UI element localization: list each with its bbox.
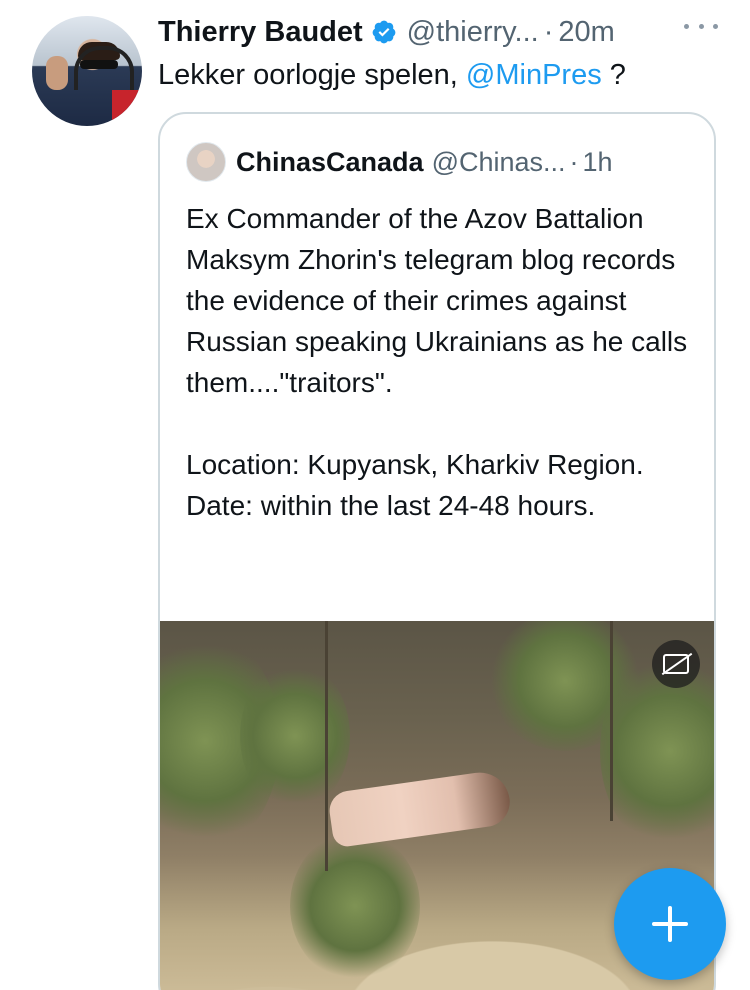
captions-box — [663, 654, 689, 674]
more-dot — [684, 23, 689, 29]
quoted-tweet-card[interactable]: ChinasCanada @Chinas... · 1h Ex Commande… — [158, 112, 716, 990]
more-dot — [698, 23, 704, 29]
closed-captions-icon[interactable] — [652, 640, 700, 688]
tweet-text: Lekker oorlogje spelen, @MinPres ? — [158, 56, 626, 94]
tweet-text-suffix: ? — [601, 59, 626, 91]
quoted-text-location: Location: Kupyansk, Kharkiv Region. — [186, 449, 644, 480]
quoted-author-name[interactable]: ChinasCanada — [236, 147, 424, 178]
author-handle[interactable]: @thierry... — [407, 16, 539, 49]
plus-icon — [652, 906, 688, 942]
quoted-tweet-time[interactable]: 1h — [583, 147, 613, 178]
avatar-glasses — [80, 60, 118, 69]
verified-badge-icon — [372, 20, 396, 44]
quoted-text-date: Date: within the last 24-48 hours. — [186, 490, 596, 521]
more-dot — [713, 23, 718, 29]
quoted-tweet-header: ChinasCanada @Chinas... · 1h — [186, 142, 613, 182]
video-subject — [327, 768, 513, 849]
tweet-header: Thierry Baudet @thierry... · 20m — [158, 10, 718, 54]
tree-trunk — [610, 621, 613, 821]
tweet-page: Thierry Baudet @thierry... · 20m Lekker … — [0, 0, 750, 990]
avatar-thumb — [46, 56, 68, 90]
quoted-author-avatar[interactable] — [186, 142, 226, 182]
quoted-tweet-text: Ex Commander of the Azov Battalion Maksy… — [186, 198, 706, 526]
author-avatar[interactable] — [32, 16, 142, 126]
compose-tweet-button[interactable] — [614, 868, 726, 980]
separator-dot: · — [543, 15, 554, 48]
mention-link[interactable]: @MinPres — [466, 59, 602, 91]
separator-dot: · — [569, 146, 579, 177]
avatar-jacket — [112, 90, 142, 126]
tweet-text-prefix: Lekker oorlogje spelen, — [158, 59, 466, 91]
tweet-time[interactable]: 20m — [558, 16, 614, 49]
quoted-author-handle[interactable]: @Chinas... — [432, 147, 566, 178]
quoted-text-paragraph: Ex Commander of the Azov Battalion Maksy… — [186, 203, 688, 398]
tree-trunk — [325, 621, 328, 871]
tree — [290, 831, 420, 981]
author-name[interactable]: Thierry Baudet — [158, 16, 363, 49]
more-options-icon[interactable] — [684, 18, 718, 34]
tree — [240, 661, 350, 811]
